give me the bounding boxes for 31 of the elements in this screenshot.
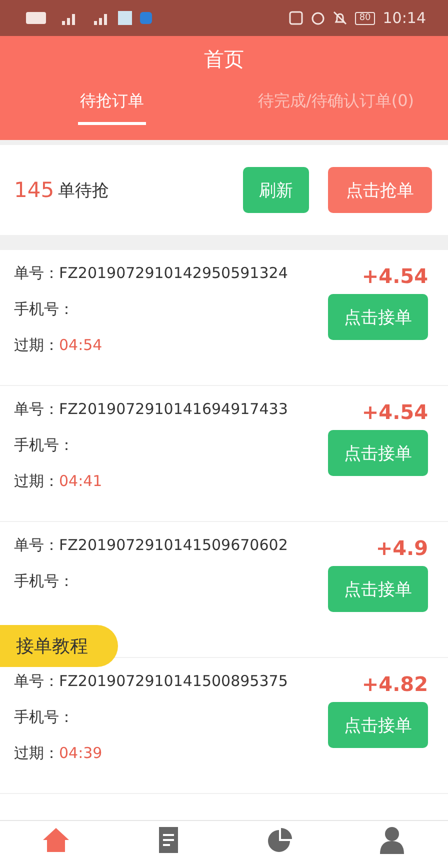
expiry-time: 过期：04:41 [14,472,104,491]
order-amount: +4.9 [376,536,428,560]
app-icon [118,11,132,25]
pending-label: 单待抢 [58,180,110,202]
clock-time: 10:14 [382,9,426,27]
order-number: 单号：FZ2019072910141500895375 [14,672,288,691]
battery-level: 80 [355,12,375,24]
expiry-time: 过期：04:39 [14,744,104,763]
accept-order-button[interactable]: 点击接单 [328,294,428,340]
order-number: 单号：FZ2019072910141509670602 [14,536,288,555]
refresh-button[interactable]: 刷新 [243,167,309,213]
bell-off-icon [333,11,348,25]
tutorial-button[interactable]: 接单教程 [0,625,118,667]
page-title: 首页 [204,46,244,73]
tab[interactable]: 待抢订单 [0,91,224,125]
order-amount: +4.54 [362,264,428,288]
order-amount: +4.54 [362,400,428,424]
phone-label: 手机号： [14,708,75,727]
tab[interactable]: 待完成/待确认订单(0) [224,91,448,125]
phone-label: 手机号： [14,572,75,591]
phone-label: 手机号： [14,300,75,319]
order-amount: +4.82 [362,672,428,696]
expiry-time: 过期：04:54 [14,336,104,355]
accept-order-button[interactable]: 点击接单 [328,566,428,612]
accept-order-button[interactable]: 点击接单 [328,702,428,748]
phone-label: 手机号： [14,436,75,455]
order-number: 单号：FZ2019072910142950591324 [14,264,288,283]
order-number: 单号：FZ2019072910141694917433 [14,400,288,419]
grab-order-button[interactable]: 点击抢单 [328,167,432,213]
accept-order-button[interactable]: 点击接单 [328,430,428,476]
pending-count: 145 [14,178,54,202]
